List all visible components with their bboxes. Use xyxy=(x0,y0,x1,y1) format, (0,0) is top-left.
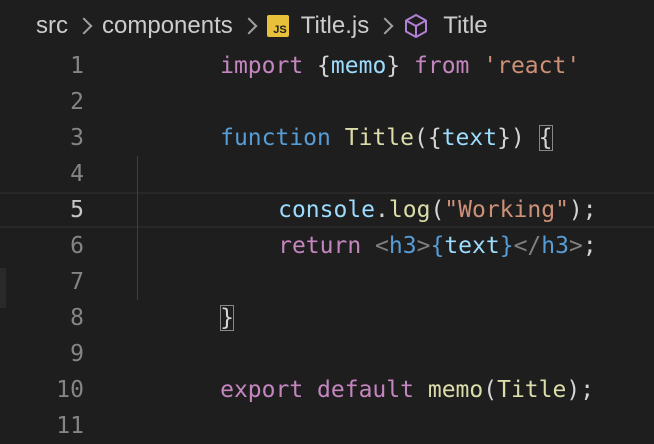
token-punctuation: } xyxy=(386,53,401,79)
token-variable: text xyxy=(444,233,500,259)
line-number: 6 xyxy=(70,233,84,259)
token-punctuation: ({ xyxy=(413,125,442,151)
token-punctuation: { xyxy=(317,53,331,79)
line-number: 11 xyxy=(56,413,84,439)
line-number: 4 xyxy=(70,161,84,187)
code-line-6[interactable]: 6 return <h3>{text}</h3>; xyxy=(0,228,654,264)
token-punctuation: }) xyxy=(497,125,525,151)
code-line-7[interactable]: 7 xyxy=(0,264,654,300)
token-tag-bracket: > xyxy=(568,233,583,259)
line-number: 9 xyxy=(70,341,84,367)
token-punctuation: ( xyxy=(483,377,498,403)
token-tag-bracket: </ xyxy=(513,233,542,259)
token-identifier: memo xyxy=(330,53,387,79)
line-number: 8 xyxy=(70,305,84,331)
line-number: 10 xyxy=(56,377,84,403)
breadcrumb-folder-src[interactable]: src xyxy=(36,12,68,40)
token-parameter: text xyxy=(441,125,498,151)
token-function-name: Title xyxy=(344,125,414,151)
code-line-1[interactable]: 1 import {memo} from 'react' xyxy=(0,48,654,84)
token-keyword: import xyxy=(220,53,304,79)
token-keyword: default xyxy=(317,377,414,403)
line-number: 7 xyxy=(70,269,84,295)
token-tag: h3 xyxy=(541,233,569,259)
token-tag: h3 xyxy=(388,233,417,259)
token-punctuation: ; xyxy=(582,233,597,259)
token-keyword: from xyxy=(414,53,470,79)
token-punctuation: ); xyxy=(566,377,595,403)
code-line-10[interactable]: 10 export default memo(Title); xyxy=(0,372,654,408)
token-keyword: function xyxy=(220,125,331,151)
token-jsx-brace: { xyxy=(430,233,445,259)
code-line-3[interactable]: 3 function Title({text}) { xyxy=(0,120,654,156)
line-number: 1 xyxy=(70,53,84,79)
sash-edge xyxy=(0,268,6,308)
code-line-11[interactable]: 11 xyxy=(0,408,654,444)
token-jsx-brace: } xyxy=(499,233,514,259)
token-tag-bracket: < xyxy=(375,233,389,259)
token-keyword: return xyxy=(278,233,362,259)
line-number: 3 xyxy=(70,125,84,151)
token-function-call: memo xyxy=(427,377,484,403)
code-editor[interactable]: 1 import {memo} from 'react' 2 3 functio… xyxy=(0,48,654,440)
token-string: 'react' xyxy=(483,53,581,79)
chevron-right-icon xyxy=(74,14,96,38)
matched-bracket-open: { xyxy=(538,125,553,151)
token-identifier: Title xyxy=(497,377,567,403)
code-line-8[interactable]: 8 } xyxy=(0,300,654,336)
token-keyword: export xyxy=(220,377,304,403)
token-tag-bracket: > xyxy=(416,233,431,259)
line-number-active: 5 xyxy=(70,197,84,223)
line-number: 2 xyxy=(70,89,84,115)
matched-bracket-close: } xyxy=(220,305,234,331)
